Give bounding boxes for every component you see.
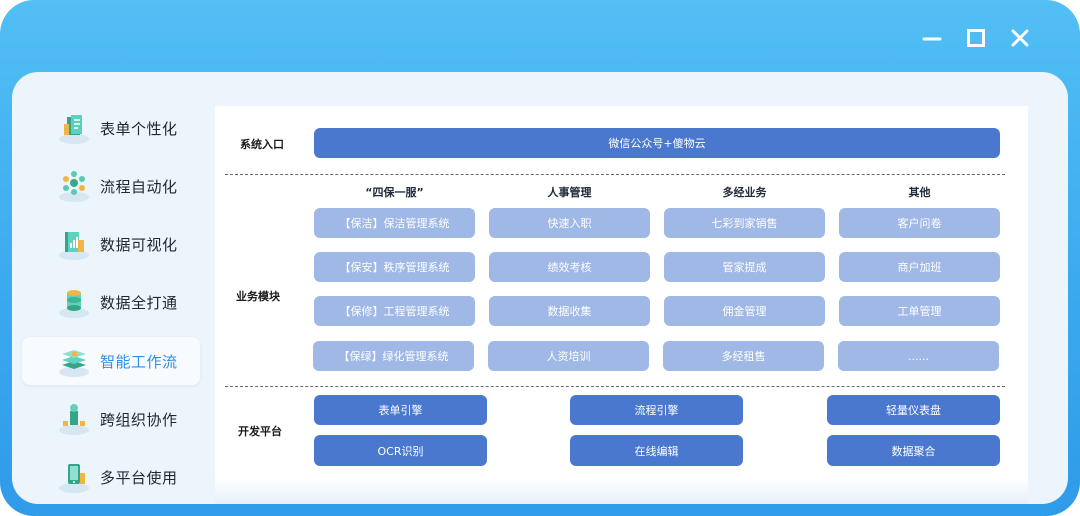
sidebar-item-form-personalization[interactable]: 表单个性化 [22,104,200,152]
sidebar-item-label: 智能工作流 [100,352,178,371]
sidebar-item-multi-platform[interactable]: 多平台使用 [22,453,200,501]
module-button[interactable]: 快速入职 [489,208,650,238]
close-icon[interactable] [1008,26,1032,50]
dev-button[interactable]: 数据聚合 [827,435,1000,466]
form-icon [54,108,94,148]
sidebar-item-label: 流程自动化 [100,177,178,196]
app-window: 表单个性化 流程自动化 数据可视化 数据全打通 智能工作流 跨组织协作 多平台使… [0,0,1080,516]
entry-row-label: 系统入口 [240,138,284,151]
window-controls [920,26,1032,50]
feature-sidebar: 表单个性化 流程自动化 数据可视化 数据全打通 智能工作流 跨组织协作 多平台使… [12,72,208,504]
module-button[interactable]: 【保安】秩序管理系统 [314,252,475,282]
entry-bar[interactable]: 微信公众号+傻物云 [314,128,1000,158]
module-button[interactable]: 佣金管理 [664,296,825,326]
module-button[interactable]: ...... [838,341,999,371]
module-button[interactable]: 七彩到家销售 [664,208,825,238]
divider-line [225,174,1005,175]
module-button[interactable]: 【保修】工程管理系统 [314,296,475,326]
sidebar-item-label: 跨组织协作 [100,410,178,429]
business-row-label: 业务模块 [236,290,280,303]
sidebar-item-data-connection[interactable]: 数据全打通 [22,278,200,326]
dev-button[interactable]: 轻量仪表盘 [827,395,1000,425]
dev-row-label: 开发平台 [238,425,282,438]
sidebar-item-workflow-automation[interactable]: 流程自动化 [22,162,200,210]
org-person-icon [54,399,94,439]
module-button[interactable]: 商户加班 [839,252,1000,282]
sidebar-item-label: 数据可视化 [100,235,178,254]
module-button[interactable]: 人资培训 [488,341,649,371]
module-button[interactable]: 工单管理 [839,296,1000,326]
sidebar-item-data-visualization[interactable]: 数据可视化 [22,220,200,268]
sidebar-item-cross-org[interactable]: 跨组织协作 [22,395,200,443]
sidebar-item-smart-workflow[interactable]: 智能工作流 [22,337,200,385]
sidebar-item-label: 表单个性化 [100,119,178,138]
dev-button[interactable]: 流程引擎 [570,395,743,425]
dev-button[interactable]: 表单引擎 [314,395,487,425]
divider-line [225,386,1005,387]
workflow-nodes-icon [54,166,94,206]
module-button[interactable]: 【保洁】保洁管理系统 [314,208,475,238]
dev-button[interactable]: OCR识别 [314,435,487,466]
minimize-icon[interactable] [920,26,944,50]
column-header: 多经业务 [722,186,767,199]
column-header: “四保一服” [365,186,424,199]
sidebar-item-label: 数据全打通 [100,293,178,312]
module-button[interactable]: 绩效考核 [489,252,650,282]
column-header: 其他 [908,186,931,199]
panel-bottom-fade [215,479,1028,504]
layers-icon [54,341,94,381]
column-header: 人事管理 [547,186,592,199]
sidebar-item-label: 多平台使用 [100,468,178,487]
database-icon [54,282,94,322]
maximize-icon[interactable] [964,26,988,50]
module-button[interactable]: 数据收集 [489,296,650,326]
module-button[interactable]: 多经租售 [663,341,824,371]
mobile-icon [54,457,94,497]
dev-button[interactable]: 在线编辑 [570,435,743,466]
module-button[interactable]: 管家提成 [664,252,825,282]
module-button[interactable]: 客户问卷 [839,208,1000,238]
chart-book-icon [54,224,94,264]
module-button[interactable]: 【保绿】绿化管理系统 [313,341,474,371]
